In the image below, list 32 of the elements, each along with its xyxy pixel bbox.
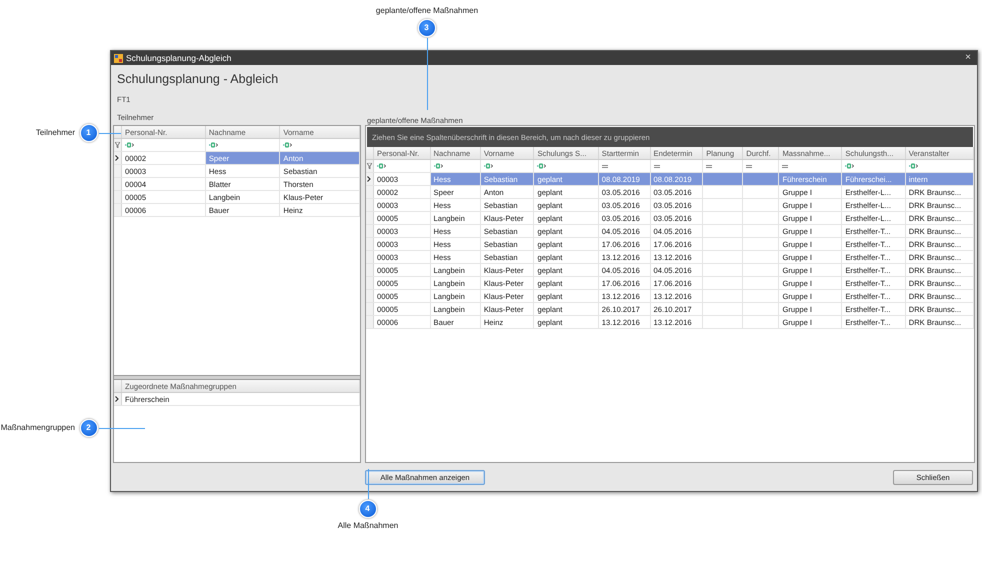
text-filter-icon[interactable] — [283, 142, 292, 148]
callout-label: geplante/offene Maßnahmen — [376, 6, 478, 15]
equals-icon[interactable] — [602, 164, 608, 168]
filter-icon[interactable] — [367, 163, 372, 169]
callout-label: Teilnehmer — [36, 128, 75, 137]
text-filter-icon[interactable] — [377, 163, 386, 169]
leader-line — [99, 133, 121, 134]
text-filter-icon[interactable] — [434, 163, 443, 169]
callout-badge: 4 — [358, 500, 376, 518]
equals-icon[interactable] — [782, 164, 788, 168]
text-filter-icon[interactable] — [484, 163, 493, 169]
leader-line — [427, 38, 428, 110]
leader-line — [99, 428, 145, 429]
text-filter-icon[interactable] — [537, 163, 546, 169]
callout-badge: 3 — [418, 18, 436, 36]
equals-icon[interactable] — [706, 164, 712, 168]
text-filter-icon[interactable] — [845, 163, 854, 169]
window-title: Schulungsplanung-Abgleich — [126, 53, 232, 63]
callout-label: Alle Maßnahmen — [338, 521, 398, 530]
callout-badge: 2 — [80, 418, 98, 436]
text-filter-icon[interactable] — [208, 142, 218, 148]
equals-icon[interactable] — [746, 164, 752, 168]
text-filter-icon[interactable] — [125, 142, 134, 148]
text-filter-icon[interactable] — [908, 163, 918, 169]
equals-icon[interactable] — [654, 164, 660, 168]
callout-label: Maßnahmengruppen — [0, 423, 75, 432]
dialog-heading: Schulungsplanung - Abgleich — [117, 72, 280, 86]
close-button[interactable]: × — [962, 52, 974, 64]
leader-line — [368, 469, 369, 499]
callout-badge: 1 — [80, 124, 98, 142]
app-icon — [114, 54, 123, 62]
filter-icon[interactable] — [115, 142, 120, 148]
